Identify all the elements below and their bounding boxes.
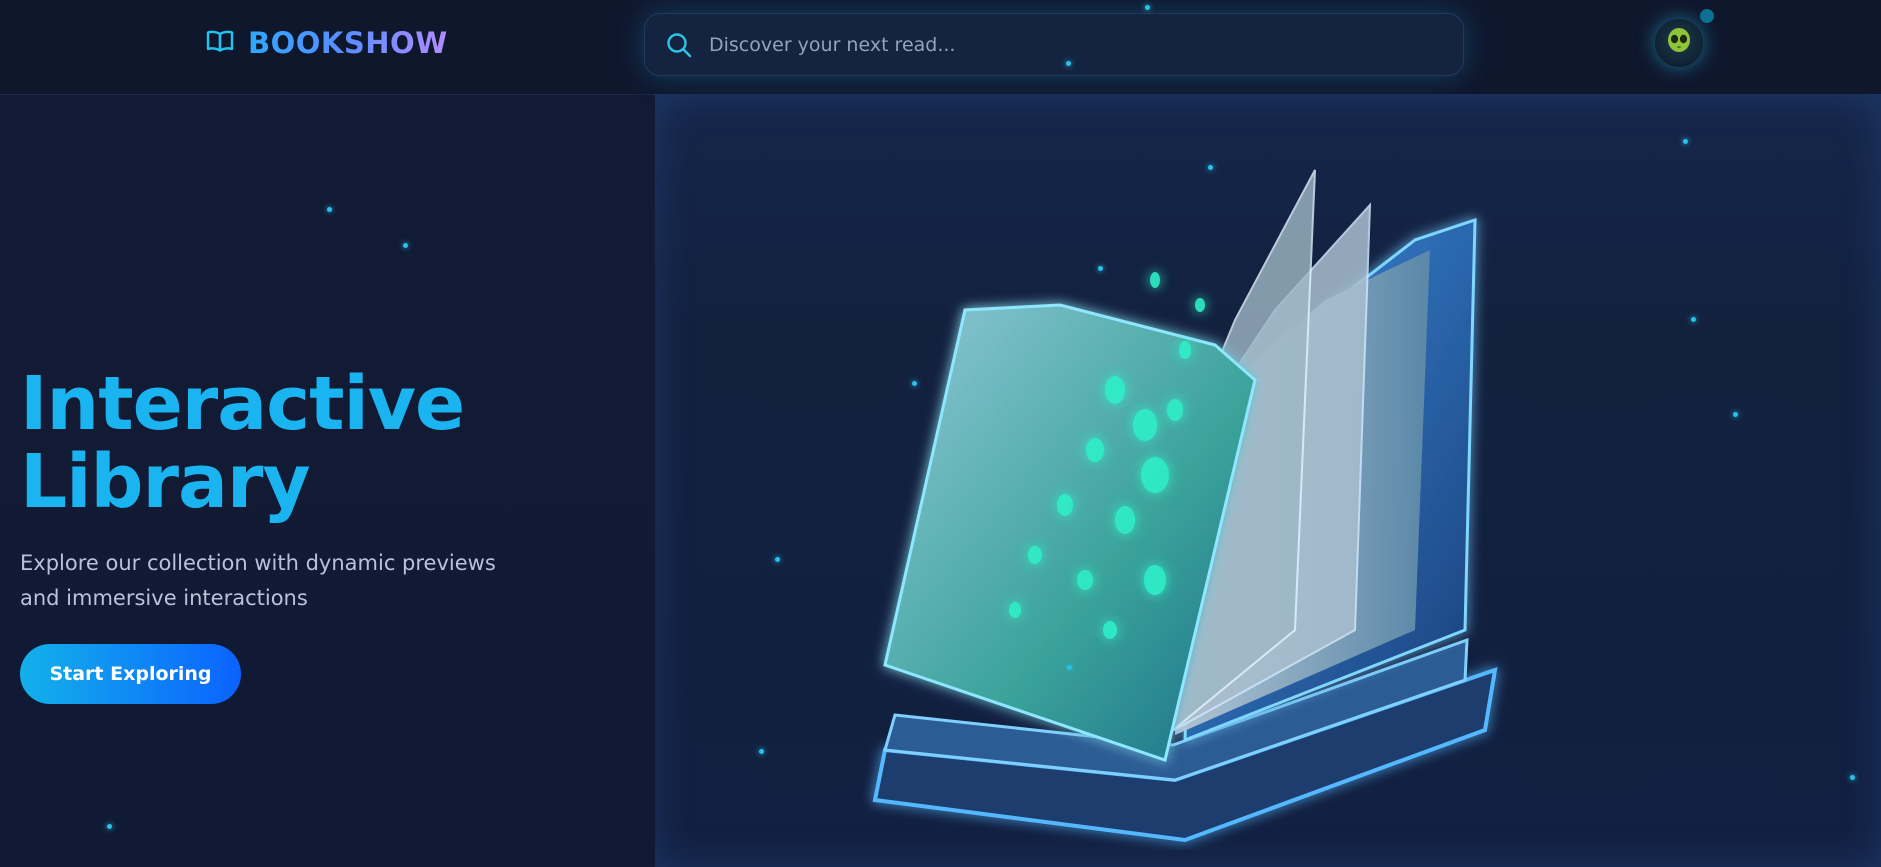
sparkle: [1850, 775, 1855, 780]
sparkle: [1067, 665, 1072, 670]
search-bar[interactable]: [644, 13, 1464, 76]
sparkle: [1145, 5, 1150, 10]
sparkle: [759, 749, 764, 754]
hero-title: Interactive Library: [20, 365, 465, 521]
open-book-icon: [206, 29, 234, 57]
sparkle: [327, 207, 332, 212]
top-nav: BOOKSHOW: [0, 0, 1881, 95]
search-input[interactable]: [707, 32, 1411, 57]
user-avatar[interactable]: [1655, 19, 1703, 67]
sparkle: [1691, 317, 1696, 322]
sparkle: [1733, 412, 1738, 417]
glowing-open-book-illustration: [872, 169, 1498, 843]
hero-title-line1: Interactive: [20, 361, 465, 447]
alien-avatar-icon: [1664, 26, 1694, 60]
page: BOOKSHOW Interact: [0, 0, 1881, 867]
notification-dot: [1700, 9, 1714, 23]
search-icon: [665, 31, 693, 59]
sparkle: [912, 381, 917, 386]
sparkle: [1066, 61, 1071, 66]
sparkle: [775, 557, 780, 562]
brand-logo[interactable]: BOOKSHOW: [206, 26, 448, 60]
sparkle: [1683, 139, 1688, 144]
hero-subtitle: Explore our collection with dynamic prev…: [20, 551, 496, 610]
brand-name: BOOKSHOW: [248, 26, 448, 60]
sparkle: [107, 824, 112, 829]
sparkle: [1208, 165, 1213, 170]
sparkle: [1098, 266, 1103, 271]
start-exploring-button[interactable]: Start Exploring: [20, 644, 241, 704]
hero-title-line2: Library: [20, 439, 311, 525]
sparkle: [403, 243, 408, 248]
